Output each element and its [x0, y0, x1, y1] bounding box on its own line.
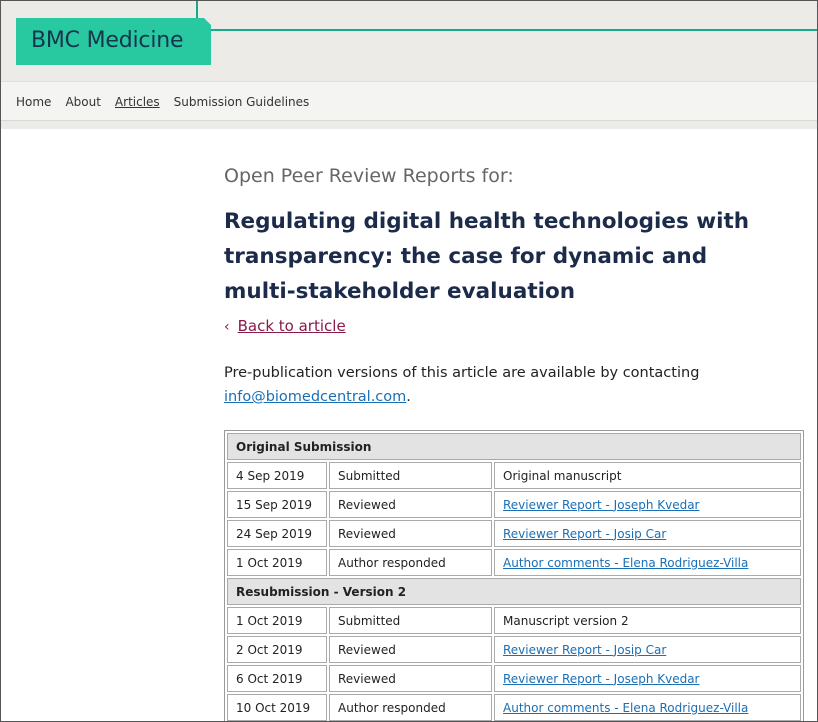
row-detail: Reviewer Report - Joseph Kvedar	[494, 665, 801, 692]
row-date: 6 Oct 2019	[227, 665, 327, 692]
row-date: 10 Oct 2019	[227, 694, 327, 721]
report-link[interactable]: Reviewer Report - Joseph Kvedar	[503, 672, 700, 686]
table-row: 2 Oct 2019 Reviewed Reviewer Report - Josi…	[227, 636, 801, 663]
contact-email-link[interactable]: info@biomedcentral.com	[224, 389, 406, 405]
row-status: Author responded	[329, 694, 492, 721]
back-to-article[interactable]: ‹ Back to article	[224, 317, 346, 335]
back-to-article-link[interactable]: Back to article	[238, 317, 346, 335]
nav-list: Home About Articles Submission Guidelines	[16, 95, 323, 109]
row-status: Reviewed	[329, 491, 492, 518]
row-detail: Reviewer Report - Josip Car	[494, 520, 801, 547]
report-link[interactable]: Author comments - Elena Rodriguez-Villa	[503, 556, 748, 570]
section-heading: Original Submission	[227, 433, 801, 460]
report-link[interactable]: Reviewer Report - Josip Car	[503, 643, 666, 657]
report-link[interactable]: Reviewer Report - Joseph Kvedar	[503, 498, 700, 512]
row-status: Reviewed	[329, 636, 492, 663]
nav-item-about[interactable]: About	[65, 95, 100, 109]
nav-item-home[interactable]: Home	[16, 95, 51, 109]
row-status: Submitted	[329, 607, 492, 634]
browser-viewport: BMC Medicine Home About Articles Submission…	[0, 0, 818, 722]
row-date: 2 Oct 2019	[227, 636, 327, 663]
main-nav: Home About Articles Submission Guidelines	[1, 81, 817, 121]
report-link[interactable]: Reviewer Report - Josip Car	[503, 527, 666, 541]
availability-note-end: .	[406, 389, 411, 405]
availability-note: Pre-publication versions of this article…	[224, 361, 784, 409]
row-date: 24 Sep 2019	[227, 520, 327, 547]
journal-logo[interactable]: BMC Medicine	[16, 18, 211, 65]
table-row: 1 Oct 2019 Author responded Author comment…	[227, 549, 801, 576]
article-title: Regulating digital health technologies w…	[224, 209, 750, 304]
table-row: 1 Oct 2019 Submitted Manuscript version 2	[227, 607, 801, 634]
header-accent-line-horizontal	[196, 29, 817, 31]
pre-heading: Open Peer Review Reports for:	[224, 165, 514, 187]
nav-item-articles[interactable]: Articles	[115, 95, 160, 109]
report-link[interactable]: Author comments - Elena Rodriguez-Villa	[503, 701, 748, 715]
chevron-left-icon: ‹	[224, 319, 230, 335]
row-date: 15 Sep 2019	[227, 491, 327, 518]
row-detail: Reviewer Report - Josip Car	[494, 636, 801, 663]
peer-review-history-table: Original Submission 4 Sep 2019 Submitted Or…	[224, 430, 804, 721]
site-header: BMC Medicine	[1, 1, 817, 81]
row-status: Reviewed	[329, 520, 492, 547]
row-date: 1 Oct 2019	[227, 607, 327, 634]
table-row: 4 Sep 2019 Submitted Original manuscript	[227, 462, 801, 489]
journal-logo-text: BMC Medicine	[31, 28, 184, 53]
row-detail: Reviewer Report - Joseph Kvedar	[494, 491, 801, 518]
section-header-row: Original Submission	[227, 433, 801, 460]
row-date: 4 Sep 2019	[227, 462, 327, 489]
table-row: 10 Oct 2019 Author responded Author commen…	[227, 694, 801, 721]
table-row: 24 Sep 2019 Reviewed Reviewer Report - Jos…	[227, 520, 801, 547]
row-detail: Author comments - Elena Rodriguez-Villa	[494, 549, 801, 576]
row-detail: Manuscript version 2	[494, 607, 801, 634]
nav-divider	[1, 121, 817, 129]
row-detail: Author comments - Elena Rodriguez-Villa	[494, 694, 801, 721]
table-row: 15 Sep 2019 Reviewed Reviewer Report - Jos…	[227, 491, 801, 518]
row-status: Submitted	[329, 462, 492, 489]
row-status: Reviewed	[329, 665, 492, 692]
availability-note-text: Pre-publication versions of this article…	[224, 365, 700, 381]
nav-item-submission-guidelines[interactable]: Submission Guidelines	[174, 95, 310, 109]
row-date: 1 Oct 2019	[227, 549, 327, 576]
section-header-row: Resubmission - Version 2	[227, 578, 801, 605]
table-row: 6 Oct 2019 Reviewed Reviewer Report - Jose…	[227, 665, 801, 692]
row-status: Author responded	[329, 549, 492, 576]
row-detail: Original manuscript	[494, 462, 801, 489]
section-heading: Resubmission - Version 2	[227, 578, 801, 605]
